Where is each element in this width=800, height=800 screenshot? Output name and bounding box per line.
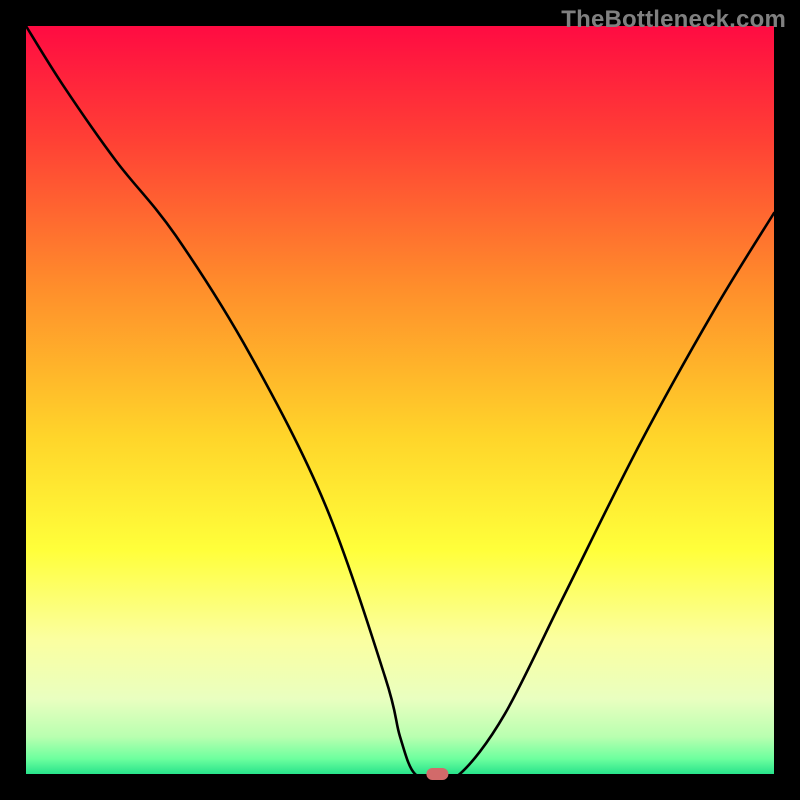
- bottleneck-plot: [0, 0, 800, 800]
- minimum-marker: [426, 768, 448, 780]
- chart-frame: TheBottleneck.com: [0, 0, 800, 800]
- plot-background: [26, 26, 774, 774]
- watermark-label: TheBottleneck.com: [561, 6, 786, 34]
